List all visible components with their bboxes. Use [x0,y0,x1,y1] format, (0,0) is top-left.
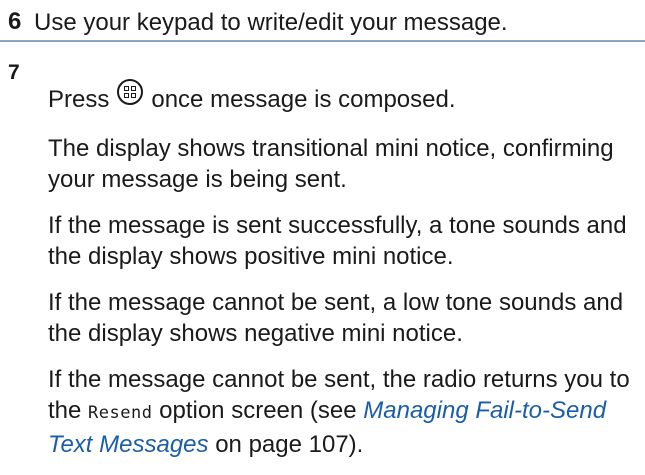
press-prefix: Press [48,86,110,113]
press-instruction: Press once message is composed. [48,78,643,115]
paragraph-transitional: The display shows transitional mini noti… [48,135,614,193]
menu-ok-icon [117,78,144,105]
step-body: Press once message is composed. The disp… [48,78,643,475]
resend-text-after: on page 107). [215,431,364,458]
step-6: 6 Use your keypad to write/edit your mes… [0,0,645,60]
paragraph-success: If the message is sent successfully, a t… [48,212,627,270]
step-divider [0,40,645,42]
paragraph-failure: If the message cannot be sent, a low ton… [48,289,624,347]
paragraph-resend: If the message cannot be sent, the radio… [48,364,643,460]
step-text: Use your keypad to write/edit your messa… [34,9,508,36]
step-number: 7 [8,61,20,84]
press-suffix: once message is composed. [151,86,456,113]
resend-text-mid: option screen (see [159,397,357,424]
step-number: 6 [8,8,22,35]
resend-option-code: Resend [88,403,153,423]
